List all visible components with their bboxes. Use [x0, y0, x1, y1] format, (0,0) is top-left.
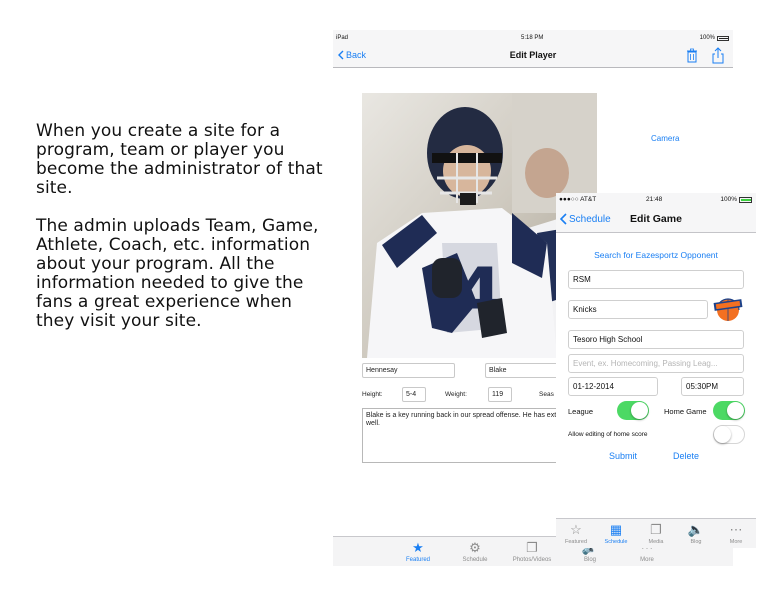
toggle-knob — [631, 402, 648, 419]
status-time: 21:48 — [646, 196, 663, 203]
schedule-icon: ⚙ — [469, 540, 481, 555]
weight-field[interactable]: 119 — [488, 387, 512, 402]
status-right: 100% — [720, 196, 752, 203]
location-field[interactable]: Tesoro High School — [568, 330, 744, 349]
iphone-nav-bar: Schedule Edit Game — [556, 207, 756, 233]
toggle-knob — [727, 402, 744, 419]
tab-label: Photos/Videos — [512, 557, 552, 563]
screenshot-root: When you create a site for a program, te… — [0, 0, 768, 600]
trash-icon[interactable] — [685, 48, 699, 64]
tab-featured[interactable]: ☆ Featured — [556, 522, 596, 545]
tab-label: More — [729, 539, 743, 545]
tab-label: Schedule — [462, 557, 488, 563]
back-label: Schedule — [569, 213, 611, 225]
season-label: Seas — [539, 391, 554, 398]
submit-button[interactable]: Submit — [609, 451, 637, 461]
toggle-knob — [714, 426, 731, 443]
tab-label: More — [640, 557, 654, 563]
chevron-left-icon — [338, 50, 344, 60]
search-opponent-link[interactable]: Search for Eazesportz Opponent — [556, 250, 756, 260]
allow-edit-toggle[interactable] — [713, 425, 745, 444]
tab-media[interactable]: ❐ Media — [636, 522, 676, 545]
height-label: Height: — [362, 391, 383, 398]
carrier-label: ●●●○○ AT&T — [559, 196, 597, 203]
status-right: 100% — [700, 35, 729, 41]
page-title: Edit Game — [630, 213, 682, 225]
date-field[interactable]: 01-12-2014 — [568, 377, 658, 396]
event-field[interactable]: Event, ex. Homecoming, Passing Leag... — [568, 354, 744, 373]
battery-percent: 100% — [699, 35, 715, 41]
tab-more[interactable]: ⋯ More — [716, 522, 756, 545]
schedule-back-button[interactable]: Schedule — [560, 213, 611, 225]
tab-blog[interactable]: 🔈 Blog — [676, 522, 716, 545]
tab-label: Blog — [690, 539, 702, 545]
promo-text: When you create a site for a program, te… — [36, 122, 326, 350]
height-field[interactable]: 5-4 — [402, 387, 426, 402]
battery-icon — [717, 35, 729, 41]
speaker-icon: 🔈 — [687, 522, 705, 537]
back-button[interactable]: Back — [338, 50, 366, 60]
battery-percent: 100% — [720, 196, 737, 203]
last-name-field[interactable]: Hennesay — [362, 363, 455, 378]
iphone-status-bar: ●●●○○ AT&T 21:48 100% — [556, 193, 756, 207]
allow-edit-label: Allow editing of home score — [568, 431, 648, 438]
ipad-status-bar: iPad 5:18 PM 100% — [333, 30, 733, 46]
device-label: iPad — [336, 35, 349, 41]
weight-label: Weight: — [445, 391, 467, 398]
photos-icon: ❐ — [526, 540, 538, 555]
camera-link[interactable]: Camera — [651, 134, 679, 143]
opponent-field[interactable]: Knicks — [568, 300, 708, 319]
status-time: 5:18 PM — [521, 35, 544, 41]
tab-label: Featured — [405, 557, 430, 563]
page-title: Edit Player — [509, 50, 557, 60]
tab-label: Blog — [583, 557, 596, 563]
tab-photos-videos[interactable]: ❐ Photos/Videos — [507, 540, 557, 563]
tab-label: Media — [648, 539, 664, 545]
league-label: League — [568, 407, 594, 416]
ipad-nav-bar: Back Edit Player — [333, 46, 733, 68]
time-field[interactable]: 05:30PM — [681, 377, 744, 396]
team-field[interactable]: RSM — [568, 270, 744, 289]
tab-label: Schedule — [604, 539, 628, 545]
share-icon[interactable] — [711, 47, 725, 64]
star-icon: ★ — [412, 540, 424, 555]
carrier-name: AT&T — [580, 196, 597, 203]
calendar-icon: ▦ — [609, 522, 623, 537]
tab-featured[interactable]: ★ Featured — [393, 540, 443, 563]
media-icon: ❐ — [650, 522, 662, 537]
tab-schedule[interactable]: ⚙ Schedule — [450, 540, 500, 563]
battery-icon — [739, 196, 752, 203]
promo-paragraph-2: The admin uploads Team, Game, Athlete, C… — [36, 216, 319, 331]
league-toggle[interactable] — [617, 401, 649, 420]
knicks-logo — [713, 298, 743, 321]
star-icon: ☆ — [570, 522, 582, 537]
tab-schedule[interactable]: ▦ Schedule — [596, 522, 636, 545]
more-icon: ⋯ — [729, 522, 743, 537]
chevron-left-icon — [560, 213, 567, 225]
home-game-toggle[interactable] — [713, 401, 745, 420]
iphone-edit-game-screen: ●●●○○ AT&T 21:48 100% Schedule Edit Game… — [556, 193, 756, 548]
back-label: Back — [346, 50, 367, 60]
delete-button[interactable]: Delete — [673, 451, 699, 461]
promo-paragraph-1: When you create a site for a program, te… — [36, 121, 323, 198]
iphone-tab-bar: ☆ Featured ▦ Schedule ❐ Media 🔈 Blog ⋯ M… — [556, 518, 756, 548]
tab-label: Featured — [564, 539, 587, 545]
home-game-label: Home Game — [664, 407, 707, 416]
